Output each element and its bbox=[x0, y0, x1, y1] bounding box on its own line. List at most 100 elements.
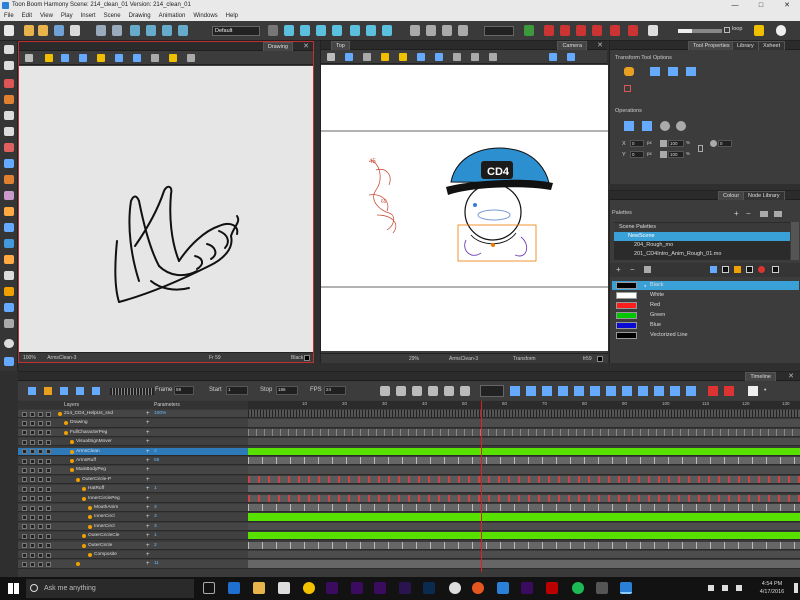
sound-toggle-icon[interactable] bbox=[38, 505, 43, 511]
sound-toggle-icon[interactable] bbox=[38, 430, 43, 436]
redo-icon[interactable] bbox=[112, 25, 122, 36]
sound-toggle-icon[interactable] bbox=[38, 552, 43, 558]
translate-icon[interactable] bbox=[350, 25, 360, 36]
timeline-layer-row[interactable]: OuterCircle-P + bbox=[18, 475, 262, 484]
grid-icon[interactable] bbox=[327, 53, 335, 61]
timeline-layer-row[interactable]: VisualSignMover + bbox=[18, 438, 262, 447]
workspace-icon[interactable] bbox=[268, 25, 278, 36]
swatch-black-icon[interactable] bbox=[722, 266, 729, 273]
eye-toggle-icon[interactable] bbox=[22, 458, 27, 464]
scene-settings-icon[interactable] bbox=[70, 25, 80, 36]
menu-help[interactable]: Help bbox=[226, 11, 238, 21]
tab-timeline[interactable]: Timeline bbox=[745, 372, 776, 381]
timeline-track[interactable] bbox=[248, 438, 800, 447]
mirror-icon[interactable] bbox=[151, 54, 159, 62]
sound-toggle-icon[interactable] bbox=[38, 524, 43, 530]
timeline-layer-row[interactable]: InnerCircl +3 bbox=[18, 513, 262, 522]
swap-icon[interactable] bbox=[638, 386, 648, 396]
zoom-icon[interactable] bbox=[567, 53, 575, 61]
open-icon[interactable] bbox=[24, 25, 34, 36]
help-icon[interactable] bbox=[776, 25, 786, 36]
eye-toggle-icon[interactable] bbox=[22, 514, 27, 520]
snap-toggle-icon[interactable] bbox=[46, 543, 51, 549]
colour-row-vectorized-line[interactable]: Vectorized Line bbox=[612, 331, 799, 340]
animate-icon[interactable] bbox=[382, 25, 392, 36]
search-box[interactable]: Ask me anything bbox=[26, 579, 194, 598]
after-effects-2-icon[interactable] bbox=[351, 582, 363, 594]
scale-x-field[interactable]: 100 bbox=[668, 140, 684, 147]
save-icon[interactable] bbox=[54, 25, 64, 36]
snap-toggle-icon[interactable] bbox=[46, 420, 51, 426]
morph-tool-icon[interactable] bbox=[4, 287, 14, 296]
move-icon[interactable] bbox=[549, 53, 557, 61]
menu-play[interactable]: Play bbox=[61, 11, 73, 21]
lock-toggle-icon[interactable] bbox=[30, 411, 35, 417]
pencil-tool-icon[interactable] bbox=[4, 95, 14, 104]
expand-params-icon[interactable]: + bbox=[146, 560, 150, 568]
layer-parameter[interactable]: 1 bbox=[154, 485, 157, 493]
snap-toggle-icon[interactable] bbox=[46, 467, 51, 473]
firefox-icon[interactable] bbox=[472, 582, 484, 594]
app-icon[interactable] bbox=[596, 582, 608, 594]
render-icon[interactable] bbox=[458, 25, 468, 36]
hand-tool-icon[interactable] bbox=[4, 255, 14, 264]
sound-toggle-icon[interactable] bbox=[38, 467, 43, 473]
after-effects-icon[interactable] bbox=[326, 582, 338, 594]
expand-params-icon[interactable]: + bbox=[146, 419, 150, 427]
eye-toggle-icon[interactable] bbox=[22, 543, 27, 549]
timeline-track[interactable] bbox=[248, 551, 800, 560]
notifications-icon[interactable] bbox=[794, 583, 798, 593]
paint-tool-icon[interactable] bbox=[4, 207, 14, 216]
motion-keyframe-icon[interactable] bbox=[460, 386, 470, 396]
flip-icon[interactable] bbox=[610, 25, 620, 36]
snap-toggle-icon[interactable] bbox=[46, 533, 51, 539]
timeline-track[interactable] bbox=[248, 475, 800, 484]
panel-close-icon[interactable]: ✕ bbox=[597, 41, 603, 49]
eye-toggle-icon[interactable] bbox=[22, 477, 27, 483]
first-frame-icon[interactable] bbox=[162, 25, 172, 36]
stroke-tool-icon[interactable] bbox=[4, 175, 14, 184]
expand-params-icon[interactable]: + bbox=[146, 410, 150, 418]
maximize-button[interactable]: □ bbox=[748, 0, 774, 11]
delete-icon[interactable] bbox=[544, 25, 554, 36]
timeline-layer-row[interactable]: ArmsClean +3 bbox=[18, 447, 262, 456]
x-field[interactable]: 0 bbox=[630, 140, 644, 147]
palette-item[interactable]: 201_CD4Intro_Anim_Rough_01.mo bbox=[614, 250, 790, 258]
flip-h-icon[interactable] bbox=[624, 121, 634, 131]
grid-icon[interactable] bbox=[25, 54, 33, 62]
eye-toggle-icon[interactable] bbox=[22, 411, 27, 417]
tray-arrow-icon[interactable] bbox=[708, 585, 714, 591]
colour-wheel-icon[interactable] bbox=[758, 266, 765, 273]
bounding-box-icon[interactable] bbox=[624, 85, 631, 92]
copy-icon[interactable] bbox=[576, 25, 586, 36]
sound-toggle-icon[interactable] bbox=[38, 543, 43, 549]
rotate-icon[interactable] bbox=[300, 25, 310, 36]
expand-params-icon[interactable]: + bbox=[146, 429, 150, 437]
filezilla-icon[interactable] bbox=[546, 582, 558, 594]
remove-palette-icon[interactable]: − bbox=[746, 209, 751, 218]
eye-toggle-icon[interactable] bbox=[22, 449, 27, 455]
angle-field[interactable]: 0 bbox=[718, 140, 732, 147]
undo-icon[interactable] bbox=[96, 25, 106, 36]
lock-toggle-icon[interactable] bbox=[30, 449, 35, 455]
lock-toggle-icon[interactable] bbox=[30, 430, 35, 436]
layer-parameter[interactable]: 100% bbox=[154, 410, 166, 418]
timeline-layer-row[interactable]: InnerCirclePeg + bbox=[18, 494, 262, 503]
add-palette-icon[interactable]: + bbox=[734, 209, 739, 218]
add-peg-icon[interactable] bbox=[396, 386, 406, 396]
transform-icon[interactable] bbox=[284, 25, 294, 36]
expand-params-icon[interactable]: + bbox=[146, 438, 150, 446]
expand-params-icon[interactable]: + bbox=[146, 495, 150, 503]
snap-toggle-icon[interactable] bbox=[46, 505, 51, 511]
preview-icon[interactable] bbox=[435, 53, 443, 61]
tab-library[interactable]: Library bbox=[732, 41, 759, 50]
eye-toggle-icon[interactable] bbox=[22, 505, 27, 511]
rotate-ccw-icon[interactable] bbox=[660, 121, 670, 131]
palette-item[interactable]: 204_Rough_mo bbox=[614, 241, 790, 250]
cutter-tool-icon[interactable] bbox=[4, 159, 14, 168]
expand-params-icon[interactable]: + bbox=[146, 504, 150, 512]
lock-toggle-icon[interactable] bbox=[30, 524, 35, 530]
eye-toggle-icon[interactable] bbox=[22, 467, 27, 473]
timeline-track[interactable] bbox=[248, 410, 800, 419]
timeline-ruler[interactable]: 10 20 30 40 50 60 70 80 90 100 110 120 130 bbox=[248, 401, 800, 409]
